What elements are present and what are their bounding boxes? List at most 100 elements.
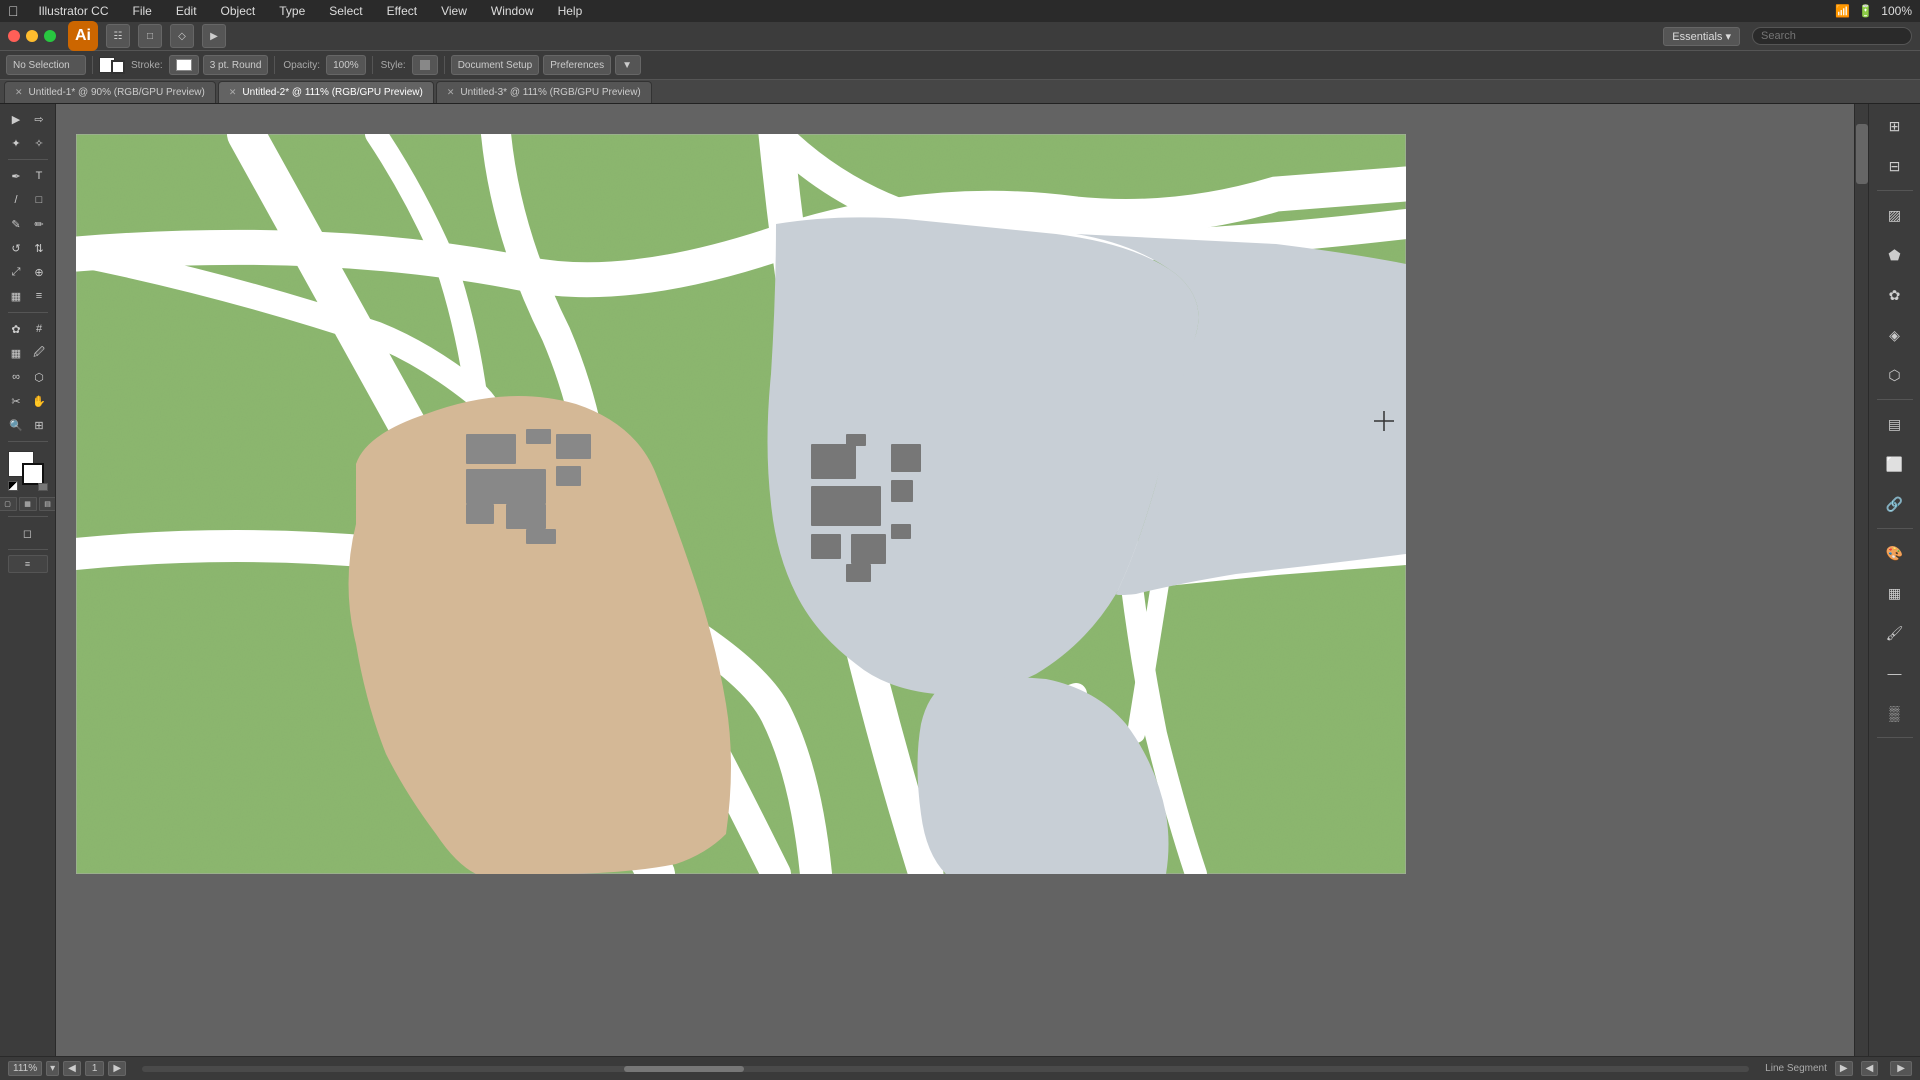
gradient-tool[interactable]: ▦ [5,342,27,364]
vertical-scrollbar[interactable] [1854,104,1868,1056]
horizontal-scroll-thumb[interactable] [624,1066,744,1072]
symbol-panel-button[interactable]: ✿ [1877,277,1913,313]
extra-options-button[interactable]: ▼ [615,55,641,75]
layers-button[interactable]: ▤ [1877,406,1913,442]
stroke-color-picker[interactable] [169,55,199,75]
document-setup-button[interactable]: Document Setup [451,55,540,75]
menu-edit[interactable]: Edit [172,4,201,18]
status-prev-button[interactable]: ◀ [1861,1061,1879,1076]
close-button[interactable] [8,30,20,42]
swatches-button[interactable]: ▦ [1877,575,1913,611]
align-panel-button[interactable]: ⊟ [1877,148,1913,184]
graphic-styles-button[interactable]: ⬡ [1877,357,1913,393]
menu-window[interactable]: Window [487,4,538,18]
selection-tool-row: ▶ ⇨ [5,108,50,130]
perspective-grid-tool[interactable]: ⊞ [28,414,50,436]
next-page-button[interactable]: ▶ [108,1061,126,1076]
direct-selection-tool[interactable]: ⇨ [28,108,50,130]
blend-tool[interactable]: ∞ [5,366,27,388]
pencil-tool[interactable]: ✏ [28,213,50,235]
stroke-panel-button[interactable]: — [1877,655,1913,691]
traffic-lights [8,30,56,42]
menu-effect[interactable]: Effect [383,4,421,18]
warp-tool[interactable]: ⊕ [28,261,50,283]
minimize-button[interactable] [26,30,38,42]
style-picker[interactable] [412,55,438,75]
panel-icon-2[interactable]: □ [138,24,162,48]
reflect-tool[interactable]: ⇅ [28,237,50,259]
menu-view[interactable]: View [437,4,471,18]
canvas-area[interactable] [56,104,1868,1056]
menu-help[interactable]: Help [554,4,587,18]
bar-graph-tool[interactable]: ≡ [28,285,50,307]
panel-options-button[interactable]: ≡ [8,555,48,573]
map-canvas[interactable] [76,134,1406,874]
solid-fill-mode[interactable]: ▢ [0,497,17,511]
eyedropper-tool[interactable]: 🖉 [28,342,50,364]
zoom-tool[interactable]: 🔍 [5,414,27,436]
rotate-tool[interactable]: ↺ [5,237,27,259]
stroke-swatch[interactable] [22,463,44,485]
pen-tool[interactable]: ✒ [5,165,27,187]
panel-icon-1[interactable]: ☷ [106,24,130,48]
search-input[interactable] [1752,27,1912,45]
menu-file[interactable]: File [129,4,156,18]
essentials-button[interactable]: Essentials ▾ [1663,27,1740,46]
appearance-button[interactable]: ◈ [1877,317,1913,353]
pattern-fill-mode[interactable]: ▤ [39,497,57,511]
tool-sep-2 [8,312,48,313]
paintbrush-tool[interactable]: ✎ [5,213,27,235]
stroke-weight-input[interactable]: 3 pt. Round [203,55,269,75]
scale-tool[interactable]: ⤢ [5,261,27,283]
lasso-tool[interactable]: ✧ [28,132,50,154]
tab-1-close[interactable]: ✕ [15,87,23,98]
brushes-button[interactable]: 🖌 [1877,615,1913,651]
menu-type[interactable]: Type [275,4,309,18]
maximize-button[interactable] [44,30,56,42]
menu-object[interactable]: Object [217,4,260,18]
none-color-icon[interactable] [38,483,48,491]
color-panel-button[interactable]: 🎨 [1877,535,1913,571]
gradient-panel-button[interactable]: ▒ [1877,695,1913,731]
status-options-button[interactable]: ▶ [1835,1061,1853,1076]
links-button[interactable]: 🔗 [1877,486,1913,522]
scissors-tool[interactable]: ✂ [5,390,27,412]
tab-1[interactable]: ✕ Untitled-1* @ 90% (RGB/GPU Preview) [4,81,216,103]
menu-illustrator[interactable]: Illustrator CC [35,4,113,18]
tab-2[interactable]: ✕ Untitled-2* @ 111% (RGB/GPU Preview) [218,81,434,103]
draw-normal-mode[interactable]: ◻ [17,522,39,544]
line-tool[interactable]: / [5,189,27,211]
tab-2-close[interactable]: ✕ [229,87,237,98]
horizontal-scrollbar[interactable] [142,1066,1749,1072]
artboards-button[interactable]: ⬜ [1877,446,1913,482]
live-paint-tool[interactable]: ⬡ [28,366,50,388]
shape-builder-button[interactable]: ⬟ [1877,237,1913,273]
opacity-input[interactable]: 100% [326,55,366,75]
magic-wand-tool[interactable]: ✦ [5,132,27,154]
tab-3-close[interactable]: ✕ [447,87,455,98]
zoom-dropdown-button[interactable]: ▾ [46,1061,59,1076]
selection-tool[interactable]: ▶ [5,108,27,130]
stroke-color-box[interactable] [111,60,125,74]
gradient-fill-mode[interactable]: ▦ [19,497,37,511]
tab-3[interactable]: ✕ Untitled-3* @ 111% (RGB/GPU Preview) [436,81,652,103]
hand-tool[interactable]: ✋ [28,390,50,412]
apple-menu[interactable]:  [8,3,19,19]
zoom-value-display[interactable]: 111% [8,1061,42,1076]
prev-page-button[interactable]: ◀ [63,1061,81,1076]
preferences-button[interactable]: Preferences [543,55,611,75]
symbol-tool[interactable]: ✿ [5,318,27,340]
scroll-right-button[interactable]: ▶ [1890,1061,1912,1076]
menu-select[interactable]: Select [325,4,366,18]
panel-icon-4[interactable]: ▶ [202,24,226,48]
vertical-scroll-thumb[interactable] [1856,124,1868,184]
type-tool[interactable]: T [28,165,50,187]
column-graph-tool[interactable]: ▦ [5,285,27,307]
swap-colors-icon[interactable] [8,481,18,491]
transform-panel-button[interactable]: ⊞ [1877,108,1913,144]
opacity-label: Opacity: [283,60,320,71]
rect-tool[interactable]: □ [28,189,50,211]
pathfinder-button[interactable]: ▨ [1877,197,1913,233]
panel-icon-3[interactable]: ◇ [170,24,194,48]
mesh-tool[interactable]: # [28,318,50,340]
